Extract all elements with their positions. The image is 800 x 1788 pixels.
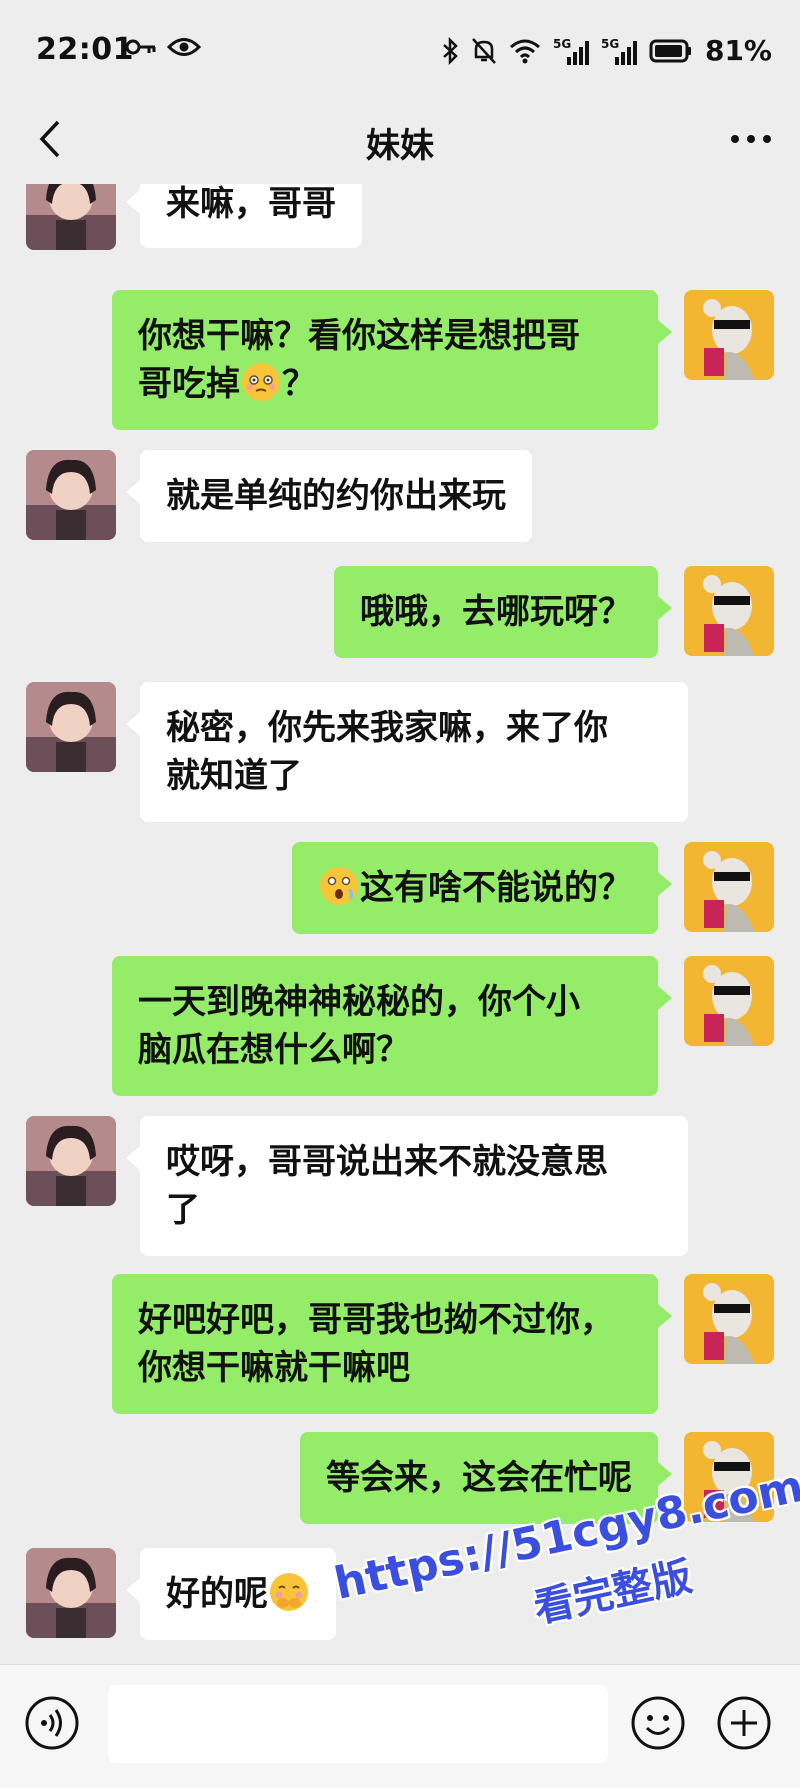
message-bubble-me[interactable]: 你想干嘛？看你这样是想把哥 哥吃掉 ？ — [112, 290, 672, 430]
key-icon — [125, 39, 156, 55]
eye-icon — [167, 38, 201, 56]
message-line: ？ — [282, 364, 316, 404]
message-bubble-contact[interactable]: 就是单纯的约你出来玩 — [126, 450, 532, 542]
my-avatar[interactable] — [684, 842, 774, 932]
shy-emoji-icon — [270, 1573, 308, 1611]
message-bubble-contact[interactable]: 秘密，你先来我家嘛，来了你 就知道了 — [126, 682, 688, 822]
status-bar: 22:01 5G 5G 81% — [0, 0, 800, 100]
message-bubble-me[interactable]: 好吧好吧，哥哥我也拗不过你， 你想干嘛就干嘛吧 — [112, 1274, 672, 1414]
message-line: 秘密，你先来我家嘛，来了你 — [166, 708, 608, 748]
message-bubble-me[interactable]: 这有啥不能说的？ — [292, 842, 672, 934]
message-bubble-contact[interactable]: 好的呢 — [126, 1548, 336, 1640]
my-avatar[interactable] — [684, 566, 774, 656]
status-time: 22:01 — [36, 32, 134, 67]
message-line: 了 — [166, 1190, 200, 1230]
my-avatar[interactable] — [684, 1274, 774, 1364]
message-line: 你想干嘛？看你这样是想把哥 — [138, 316, 580, 356]
message-line: 你想干嘛就干嘛吧 — [138, 1348, 410, 1388]
contact-avatar[interactable] — [26, 682, 116, 772]
message-line: 这有啥不能说的？ — [360, 868, 632, 908]
message-bubble-me[interactable]: 等会来，这会在忙呢 — [300, 1432, 672, 1524]
message-bubble-contact[interactable]: 来嘛，哥哥 — [126, 184, 362, 248]
message-line: 哥吃掉 — [138, 364, 240, 404]
message-bubble-contact[interactable]: 哎呀，哥哥说出来不就没意思 了 — [126, 1116, 688, 1256]
contact-avatar[interactable] — [26, 1116, 116, 1206]
battery-percent: 81% — [704, 34, 772, 67]
chat-header: 妹妹 — [0, 100, 800, 184]
chat-title: 妹妹 — [366, 126, 434, 166]
contact-avatar[interactable] — [26, 184, 116, 250]
message-line: 好的呢 — [166, 1574, 268, 1614]
mute-icon — [472, 37, 496, 64]
message-line: 就知道了 — [166, 756, 302, 796]
contact-avatar[interactable] — [26, 450, 116, 540]
battery-icon — [649, 39, 691, 62]
my-avatar[interactable] — [684, 1432, 774, 1522]
contact-avatar[interactable] — [26, 1548, 116, 1638]
wifi-icon — [509, 39, 540, 63]
astonished-emoji-icon — [320, 867, 358, 905]
voice-icon[interactable] — [24, 1695, 80, 1751]
message-bubble-me[interactable]: 哦哦，去哪玩呀？ — [334, 566, 672, 658]
my-avatar[interactable] — [684, 956, 774, 1046]
message-input[interactable] — [108, 1685, 608, 1763]
bluetooth-icon — [443, 36, 458, 65]
chat-area[interactable]: 来嘛，哥哥 你想干嘛？看你这样是想把哥 哥吃掉 ？ 就是单纯的约你出来玩 哦哦，去… — [0, 184, 800, 1664]
input-bar — [0, 1664, 800, 1788]
plus-icon[interactable] — [716, 1695, 772, 1751]
message-line: 好吧好吧，哥哥我也拗不过你， — [138, 1300, 614, 1340]
emoji-icon[interactable] — [630, 1695, 686, 1751]
my-avatar[interactable] — [684, 290, 774, 380]
signal-icon-2: 5G — [601, 37, 637, 65]
more-icon[interactable] — [726, 114, 776, 164]
message-bubble-me[interactable]: 一天到晚神神秘秘的，你个小 脑瓜在想什么啊？ — [112, 956, 672, 1096]
signal-icon: 5G — [553, 37, 589, 65]
message-line: 哎呀，哥哥说出来不就没意思 — [166, 1142, 608, 1182]
flushed-emoji-icon — [242, 363, 280, 401]
message-line: 脑瓜在想什么啊？ — [138, 1030, 410, 1070]
message-line: 一天到晚神神秘秘的，你个小 — [138, 982, 580, 1022]
